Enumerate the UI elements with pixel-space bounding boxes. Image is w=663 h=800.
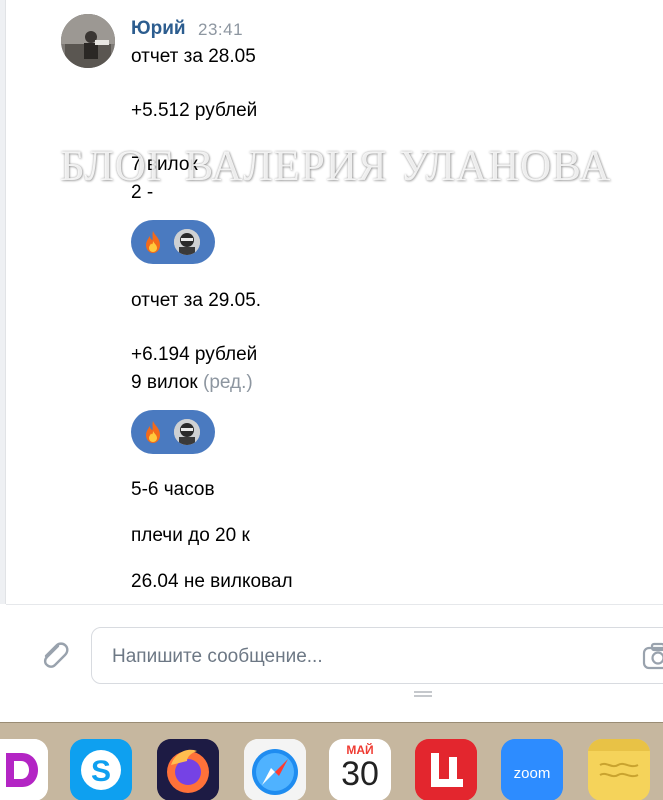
firefox-icon[interactable] bbox=[157, 739, 219, 800]
message-line: отчет за 29.05. bbox=[131, 290, 262, 311]
message-line: 9 вилок (ред.) bbox=[131, 372, 253, 394]
macos-dock: S МАЙ 30 zoom bbox=[0, 722, 663, 800]
message-line: плечи до 20 к bbox=[131, 525, 250, 546]
message-line-text: 9 вилок bbox=[131, 372, 198, 393]
message-composer: Напишите сообщение... bbox=[6, 604, 663, 722]
resize-handle[interactable] bbox=[414, 691, 432, 697]
stickies-icon[interactable] bbox=[588, 739, 650, 800]
calendar-icon[interactable]: МАЙ 30 bbox=[329, 739, 391, 800]
message-time: 23:41 bbox=[198, 20, 244, 39]
message-line: +5.512 рублей bbox=[131, 100, 258, 121]
paperclip-icon[interactable] bbox=[36, 637, 72, 673]
svg-text:S: S bbox=[91, 755, 111, 788]
discord-icon[interactable] bbox=[0, 739, 48, 800]
reactions-bar[interactable] bbox=[131, 410, 215, 454]
message-line: 5-6 часов bbox=[131, 479, 215, 500]
message-input[interactable]: Напишите сообщение... bbox=[91, 627, 663, 684]
zoom-icon[interactable]: zoom bbox=[501, 739, 563, 800]
chat-history[interactable]: Юрий 23:41 отчет за 28.05 +5.512 рублей … bbox=[6, 0, 663, 604]
watermark: БЛОГ ВАЛЕРИЯ УЛАНОВА bbox=[60, 143, 612, 190]
message-author[interactable]: Юрий bbox=[131, 18, 186, 40]
lingualeo-icon[interactable] bbox=[415, 739, 477, 800]
message-line: 26.04 не вилковал bbox=[131, 571, 293, 592]
fire-emoji-icon bbox=[146, 231, 160, 253]
skype-icon[interactable]: S bbox=[70, 739, 132, 800]
zoom-label: zoom bbox=[513, 765, 551, 782]
reactor-avatar bbox=[174, 229, 200, 255]
message-line: +6.194 рублей bbox=[131, 344, 258, 365]
reactor-avatar bbox=[174, 419, 200, 445]
avatar[interactable] bbox=[61, 14, 115, 68]
edited-label: (ред.) bbox=[203, 372, 253, 393]
fire-emoji-icon bbox=[146, 421, 160, 443]
message-line: отчет за 28.05 bbox=[131, 46, 256, 67]
camera-icon[interactable] bbox=[642, 642, 663, 670]
calendar-day: 30 bbox=[341, 755, 379, 793]
reactions-bar[interactable] bbox=[131, 220, 215, 264]
safari-icon[interactable] bbox=[244, 739, 306, 800]
message-input-placeholder: Напишите сообщение... bbox=[112, 646, 323, 667]
